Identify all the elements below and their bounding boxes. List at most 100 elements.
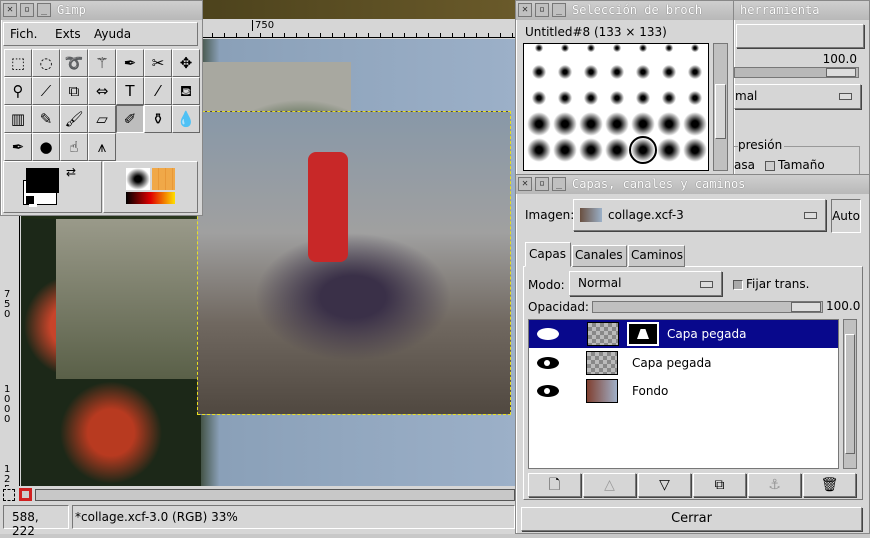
- brush-item[interactable]: [579, 112, 603, 136]
- tool-button[interactable]: ⚚: [88, 49, 116, 77]
- tab-capas[interactable]: Capas: [525, 242, 571, 267]
- quickmask-on-icon[interactable]: [19, 488, 32, 501]
- brush-item[interactable]: [661, 90, 677, 106]
- image-dropdown[interactable]: collage.xcf-3: [573, 199, 826, 231]
- minimize-icon[interactable]: _: [552, 177, 566, 191]
- foreground-color-swatch[interactable]: [26, 168, 59, 193]
- maximize-icon[interactable]: ▫: [20, 3, 34, 17]
- default-colors-icon[interactable]: [26, 196, 34, 204]
- brush-item[interactable]: [583, 90, 599, 106]
- brush-item[interactable]: [553, 138, 577, 162]
- brush-item[interactable]: [609, 90, 625, 106]
- brush-item[interactable]: [687, 90, 703, 106]
- visibility-eye-icon[interactable]: [537, 385, 559, 397]
- tool-button[interactable]: ✥: [172, 49, 200, 77]
- opacity-slider[interactable]: [734, 67, 859, 78]
- layer-name[interactable]: Capa pegada: [632, 356, 711, 370]
- tool-button[interactable]: ⇔: [88, 77, 116, 105]
- maximize-icon[interactable]: ▫: [535, 3, 549, 17]
- brush-item[interactable]: [605, 112, 629, 136]
- lower-layer-button[interactable]: ▽: [638, 473, 691, 497]
- tool-button[interactable]: 💧: [172, 105, 200, 133]
- brush-item[interactable]: [605, 138, 629, 162]
- brush-item[interactable]: [527, 112, 551, 136]
- trash-button[interactable]: 🗑: [803, 473, 856, 497]
- brush-scrollbar[interactable]: [713, 43, 728, 171]
- tab-caminos[interactable]: Caminos: [628, 245, 685, 267]
- layer-name[interactable]: Capa pegada: [667, 327, 746, 341]
- layers-titlebar[interactable]: ✕ ▫ _ Capas, canales y caminos: [516, 175, 869, 194]
- current-pattern-preview[interactable]: [152, 168, 175, 190]
- close-icon[interactable]: ✕: [3, 3, 17, 17]
- layer-list-scrollbar[interactable]: [843, 319, 857, 469]
- brush-item[interactable]: [557, 64, 573, 80]
- new-layer-button[interactable]: 🗋: [528, 473, 581, 497]
- brush-item[interactable]: [553, 112, 577, 136]
- brush-item[interactable]: [560, 44, 570, 53]
- brush-item[interactable]: [687, 64, 703, 80]
- tool-button[interactable]: ✐: [116, 105, 144, 133]
- maximize-icon[interactable]: ▫: [535, 177, 549, 191]
- minimize-icon[interactable]: _: [37, 3, 51, 17]
- brush-item[interactable]: [557, 90, 573, 106]
- horizontal-scrollbar[interactable]: [35, 489, 515, 501]
- close-icon[interactable]: ✕: [518, 177, 532, 191]
- tool-button[interactable]: ⚲: [4, 77, 32, 105]
- layer-row[interactable]: Capa pegada: [529, 349, 838, 377]
- brush-item[interactable]: [664, 44, 674, 53]
- menu-exts[interactable]: Exts: [55, 23, 81, 45]
- vertical-ruler[interactable]: 750 1000 125: [0, 210, 20, 495]
- auto-button[interactable]: Auto: [831, 199, 861, 233]
- current-gradient-preview[interactable]: [126, 192, 175, 204]
- tool-button[interactable]: ▥: [4, 105, 32, 133]
- menu-fich[interactable]: Fich.: [10, 23, 37, 45]
- tool-button[interactable]: ⚱: [144, 105, 172, 133]
- layer-mask-thumbnail[interactable]: [627, 322, 659, 346]
- anchor-button[interactable]: ⚓: [748, 473, 801, 497]
- layer-list[interactable]: Capa pegada Capa pegada Fondo: [528, 319, 839, 469]
- quickmask-off-icon[interactable]: [3, 489, 15, 501]
- brush-item[interactable]: [661, 64, 677, 80]
- size-checkbox[interactable]: [765, 161, 775, 171]
- tool-button[interactable]: ⬚: [4, 49, 32, 77]
- brush-item[interactable]: [690, 44, 700, 53]
- brush-item[interactable]: [609, 64, 625, 80]
- tool-button[interactable]: ✂: [144, 49, 172, 77]
- raise-layer-button[interactable]: △: [583, 473, 636, 497]
- brush-item[interactable]: [579, 138, 603, 162]
- close-button[interactable]: Cerrar: [521, 507, 862, 531]
- swap-colors-icon[interactable]: ⇄: [66, 165, 76, 179]
- tool-button[interactable]: 🖌: [60, 105, 88, 133]
- tool-button[interactable]: ✒: [4, 133, 32, 161]
- tool-button[interactable]: ⟋: [32, 77, 60, 105]
- brush-item[interactable]: [586, 44, 596, 53]
- brush-item[interactable]: [683, 112, 707, 136]
- brush-item[interactable]: [635, 90, 651, 106]
- tool-button[interactable]: ⛾: [172, 77, 200, 105]
- brush-item[interactable]: [527, 138, 551, 162]
- brush-item[interactable]: [631, 112, 655, 136]
- brush-item[interactable]: [657, 138, 681, 162]
- tool-button[interactable]: ◌: [32, 49, 60, 77]
- brush-grid[interactable]: [523, 43, 709, 171]
- layer-mode-dropdown[interactable]: Normal: [569, 271, 722, 296]
- tool-button[interactable]: T: [116, 77, 144, 105]
- minimize-icon[interactable]: _: [552, 3, 566, 17]
- layer-row[interactable]: Fondo: [529, 377, 838, 405]
- visibility-eye-icon[interactable]: [537, 328, 559, 340]
- brush-item[interactable]: [583, 64, 599, 80]
- brushes-titlebar[interactable]: ✕ ▫ _ Selección de broch: [516, 1, 733, 20]
- tool-button[interactable]: ⧉: [60, 77, 88, 105]
- horizontal-ruler[interactable]: 750: [200, 19, 517, 38]
- mode-dropdown[interactable]: mal: [734, 84, 861, 109]
- menu-ayuda[interactable]: Ayuda: [94, 23, 131, 45]
- brush-item[interactable]: [683, 138, 707, 162]
- tool-button[interactable]: ⩚: [88, 133, 116, 161]
- brush-item[interactable]: [534, 44, 544, 53]
- brush-item[interactable]: [638, 44, 648, 53]
- brush-item[interactable]: [531, 90, 547, 106]
- tool-button[interactable]: ✎: [32, 105, 60, 133]
- tab-canales[interactable]: Canales: [572, 245, 627, 267]
- brush-item[interactable]: [629, 136, 657, 164]
- layer-name[interactable]: Fondo: [632, 384, 668, 398]
